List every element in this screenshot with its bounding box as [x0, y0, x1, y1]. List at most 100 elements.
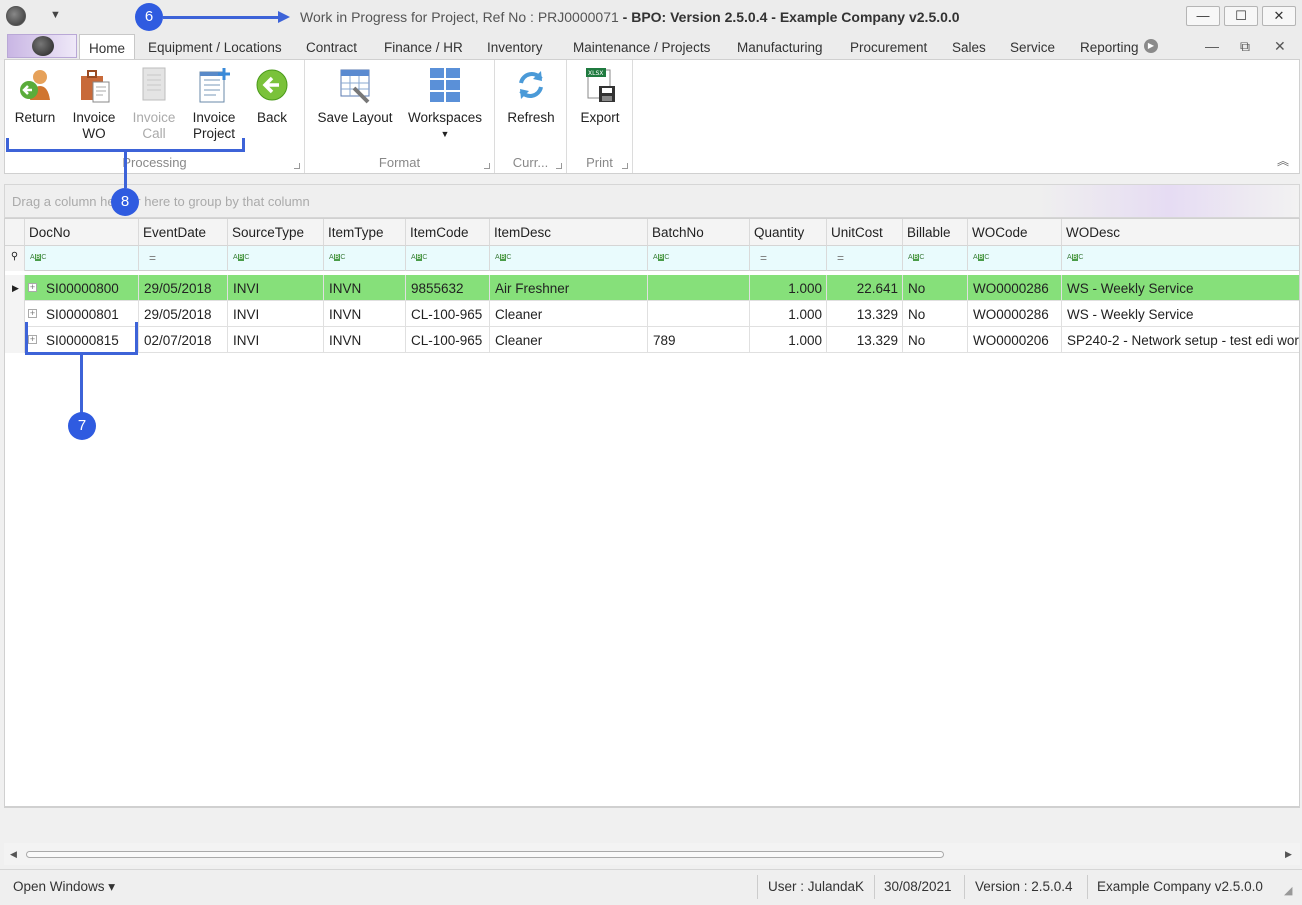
cell-itemdesc[interactable]: Cleaner: [490, 301, 648, 327]
filter-billable[interactable]: ABC: [903, 246, 968, 271]
tab-inventory[interactable]: Inventory: [487, 40, 543, 55]
processing-launcher-icon[interactable]: [294, 163, 300, 169]
cell-wocode[interactable]: WO0000286: [968, 275, 1062, 301]
cell-sourcetype[interactable]: INVI: [228, 301, 324, 327]
quick-access-dropdown-icon[interactable]: ▼: [50, 9, 61, 21]
cell-itemcode[interactable]: CL-100-965: [406, 301, 490, 327]
cell-sourcetype[interactable]: INVI: [228, 275, 324, 301]
filter-unitcost[interactable]: =: [827, 246, 903, 271]
column-header-wocode[interactable]: WOCode: [968, 219, 1062, 246]
cell-itemtype[interactable]: INVN: [324, 275, 406, 301]
filter-itemcode[interactable]: ABC: [406, 246, 490, 271]
mdi-restore-icon[interactable]: ⧉: [1240, 38, 1250, 55]
close-button[interactable]: ✕: [1262, 6, 1296, 26]
save-layout-button[interactable]: Save Layout: [315, 66, 395, 126]
print-launcher-icon[interactable]: [622, 163, 628, 169]
tab-manufacturing[interactable]: Manufacturing: [737, 40, 823, 55]
cell-wocode[interactable]: WO0000206: [968, 327, 1062, 353]
workspaces-dropdown[interactable]: Workspaces ▼: [405, 66, 485, 142]
cell-quantity[interactable]: 1.000: [750, 327, 827, 353]
mdi-close-icon[interactable]: ✕: [1274, 38, 1286, 55]
column-header-docno[interactable]: DocNo: [25, 219, 139, 246]
group-by-panel[interactable]: Drag a column header here to group by th…: [4, 184, 1300, 218]
cell-itemdesc[interactable]: Air Freshner: [490, 275, 648, 301]
scroll-right-icon[interactable]: ▶: [1285, 849, 1292, 860]
cell-itemcode[interactable]: CL-100-965: [406, 327, 490, 353]
tab-equipment-locations[interactable]: Equipment / Locations: [148, 40, 282, 55]
column-header-batchno[interactable]: BatchNo: [648, 219, 750, 246]
cell-unitcost[interactable]: 22.641: [827, 275, 903, 301]
filter-itemdesc[interactable]: ABC: [490, 246, 648, 271]
cell-unitcost[interactable]: 13.329: [827, 327, 903, 353]
cell-billable[interactable]: No: [903, 327, 968, 353]
tab-sales[interactable]: Sales: [952, 40, 986, 55]
filter-sourcetype[interactable]: ABC: [228, 246, 324, 271]
cell-wodesc[interactable]: SP240-2 - Network setup - test edi work: [1062, 327, 1299, 353]
column-header-quantity[interactable]: Quantity: [750, 219, 827, 246]
cell-wodesc[interactable]: WS - Weekly Service: [1062, 275, 1299, 301]
scroll-left-icon[interactable]: ◀: [10, 849, 17, 860]
filter-eventdate[interactable]: =: [139, 246, 228, 271]
scrollbar-thumb[interactable]: [26, 851, 944, 858]
cell-itemtype[interactable]: INVN: [324, 301, 406, 327]
resize-grip-icon[interactable]: ◢: [1284, 884, 1292, 897]
tab-maintenance-projects[interactable]: Maintenance / Projects: [573, 40, 710, 55]
export-button[interactable]: XLSX Export: [573, 66, 627, 126]
cell-wodesc[interactable]: WS - Weekly Service: [1062, 301, 1299, 327]
invoice-project-button[interactable]: Invoice Project: [188, 66, 240, 142]
cell-docno[interactable]: + SI00000800: [25, 275, 139, 301]
column-header-billable[interactable]: Billable: [903, 219, 968, 246]
expand-row-icon[interactable]: +: [28, 309, 37, 318]
column-header-itemdesc[interactable]: ItemDesc: [490, 219, 648, 246]
app-logo-icon[interactable]: [6, 6, 26, 26]
tab-service[interactable]: Service: [1010, 40, 1055, 55]
curr-launcher-icon[interactable]: [556, 163, 562, 169]
filter-itemtype[interactable]: ABC: [324, 246, 406, 271]
mdi-minimize-icon[interactable]: —: [1205, 38, 1219, 54]
cell-batchno[interactable]: [648, 275, 750, 301]
cell-quantity[interactable]: 1.000: [750, 275, 827, 301]
column-header-sourcetype[interactable]: SourceType: [228, 219, 324, 246]
return-button[interactable]: Return: [11, 66, 59, 126]
tab-home[interactable]: Home: [79, 34, 136, 61]
tab-scroll-right-icon[interactable]: ▶: [1144, 39, 1158, 53]
column-header-itemtype[interactable]: ItemType: [324, 219, 406, 246]
column-header-unitcost[interactable]: UnitCost: [827, 219, 903, 246]
cell-wocode[interactable]: WO0000286: [968, 301, 1062, 327]
column-header-wodesc[interactable]: WODesc: [1062, 219, 1299, 246]
filter-docno[interactable]: ABC: [25, 246, 139, 271]
invoice-call-button[interactable]: Invoice Call: [129, 66, 179, 142]
cell-eventdate[interactable]: 29/05/2018: [139, 275, 228, 301]
tab-procurement[interactable]: Procurement: [850, 40, 927, 55]
cell-eventdate[interactable]: 02/07/2018: [139, 327, 228, 353]
invoice-wo-button[interactable]: Invoice WO: [69, 66, 119, 142]
tab-finance-hr[interactable]: Finance / HR: [384, 40, 463, 55]
cell-itemtype[interactable]: INVN: [324, 327, 406, 353]
filter-quantity[interactable]: =: [750, 246, 827, 271]
cell-itemdesc[interactable]: Cleaner: [490, 327, 648, 353]
refresh-button[interactable]: Refresh: [503, 66, 559, 126]
cell-itemcode[interactable]: 9855632: [406, 275, 490, 301]
format-launcher-icon[interactable]: [484, 163, 490, 169]
tab-contract[interactable]: Contract: [306, 40, 357, 55]
back-button[interactable]: Back: [249, 66, 295, 126]
cell-quantity[interactable]: 1.000: [750, 301, 827, 327]
filter-batchno[interactable]: ABC: [648, 246, 750, 271]
maximize-button[interactable]: ☐: [1224, 6, 1258, 26]
tab-reporting[interactable]: Reporting: [1080, 40, 1139, 55]
cell-sourcetype[interactable]: INVI: [228, 327, 324, 353]
column-header-eventdate[interactable]: EventDate: [139, 219, 228, 246]
open-windows-dropdown[interactable]: Open Windows ▾: [13, 879, 115, 895]
cell-billable[interactable]: No: [903, 275, 968, 301]
minimize-button[interactable]: —: [1186, 6, 1220, 26]
collapse-ribbon-icon[interactable]: ︽: [1277, 152, 1289, 169]
cell-eventdate[interactable]: 29/05/2018: [139, 301, 228, 327]
cell-batchno[interactable]: 789: [648, 327, 750, 353]
cell-batchno[interactable]: [648, 301, 750, 327]
expand-row-icon[interactable]: +: [28, 283, 37, 292]
cell-unitcost[interactable]: 13.329: [827, 301, 903, 327]
application-menu-button[interactable]: [7, 34, 77, 58]
filter-wocode[interactable]: ABC: [968, 246, 1062, 271]
horizontal-scrollbar[interactable]: ◀ ▶: [4, 843, 1300, 865]
filter-wodesc[interactable]: ABC: [1062, 246, 1299, 271]
